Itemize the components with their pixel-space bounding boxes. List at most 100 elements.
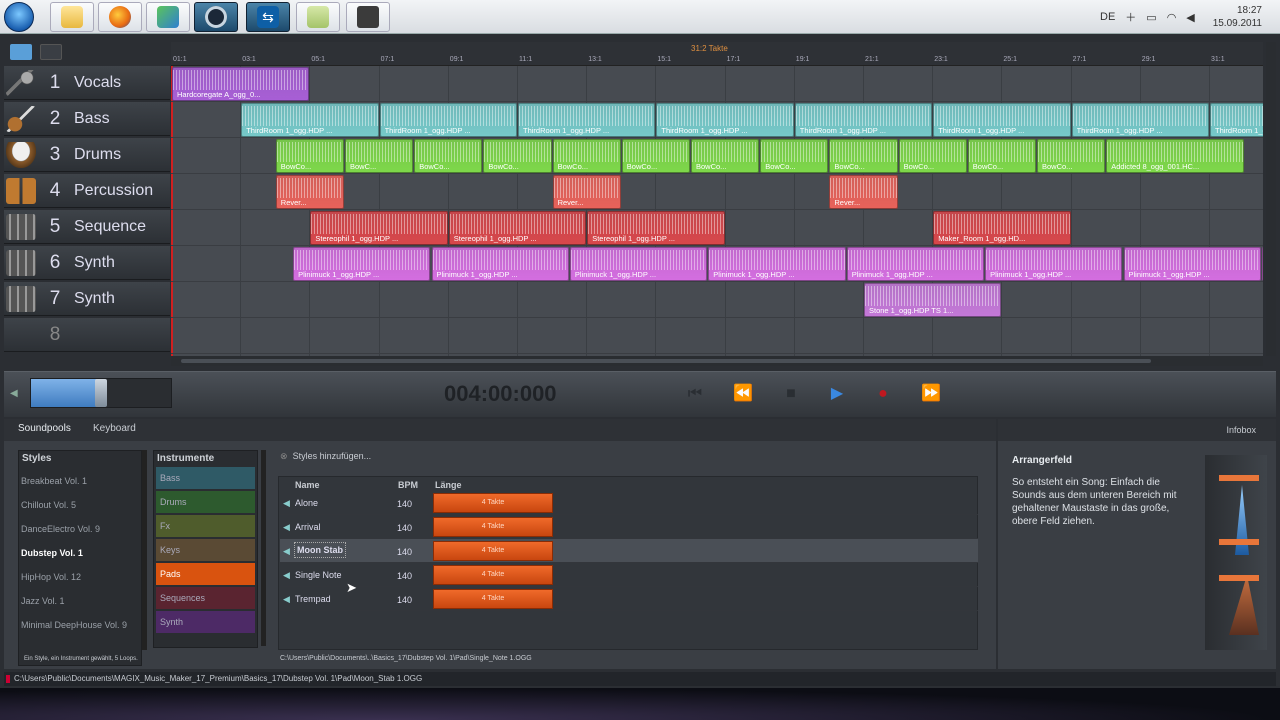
track-lane-8[interactable]	[171, 318, 1263, 354]
notepad-taskbar-button[interactable]	[296, 2, 340, 32]
audio-clip[interactable]: BowCo...	[829, 139, 898, 173]
audio-clip[interactable]: BowCo...	[760, 139, 829, 173]
audio-clip[interactable]: ThirdRoom 1_ogg.HDP ...	[241, 103, 379, 137]
steam-taskbar-button[interactable]	[194, 2, 238, 32]
audio-clip[interactable]: Plinimuck 1_ogg.HDP ...	[431, 247, 569, 281]
instrument-item[interactable]: Pads	[156, 563, 255, 585]
track-header-3[interactable]: 3 Drums	[4, 138, 170, 172]
add-styles-link[interactable]: ⊗ Styles hinzufügen...	[280, 451, 371, 462]
start-orb-button[interactable]	[4, 2, 34, 32]
vertical-scrollbar[interactable]	[1266, 42, 1276, 356]
audio-clip[interactable]: Addicted 8_ogg_001.HC...	[1106, 139, 1244, 173]
instrument-item[interactable]: Synth	[156, 611, 255, 633]
audio-clip[interactable]: Stereophil 1_ogg.HDP ...	[448, 211, 587, 245]
loop-row[interactable]: ◀ Moon Stab 140 4 Takte	[280, 539, 978, 563]
volume-icon[interactable]: ◀	[1186, 11, 1194, 24]
timeline-ruler[interactable]: 31:2 Takte 01:1 03:1 05:1 07:1 09:1 11:1 13:1 1…	[171, 42, 1263, 66]
preview-speaker-icon[interactable]: ◀	[283, 546, 291, 556]
track-header-6[interactable]: 6 Synth	[4, 246, 170, 280]
audio-clip[interactable]: ThirdRoom 1_ogg.HDP ...	[518, 103, 656, 137]
language-indicator[interactable]: DE	[1100, 11, 1115, 23]
audio-clip[interactable]: Plinimuck 1_ogg.HDP ...	[569, 247, 708, 281]
users-taskbar-button[interactable]	[146, 2, 190, 32]
audio-clip[interactable]: BowCo...	[898, 139, 967, 173]
firefox-taskbar-button[interactable]	[98, 2, 142, 32]
audio-clip[interactable]: BowCo...	[691, 139, 760, 173]
skip-back-icon[interactable]: ⏮	[680, 383, 710, 405]
arranger-view-button[interactable]	[10, 44, 32, 60]
audio-clip[interactable]: ThirdRoom 1_ogg.HDP ...	[656, 103, 794, 137]
network-icon[interactable]: ◠	[1167, 11, 1177, 24]
instrument-item[interactable]: Drums	[156, 491, 255, 513]
explorer-taskbar-button[interactable]	[50, 2, 94, 32]
audio-clip[interactable]: ThirdRoom 1_ogg.HDP ...	[1210, 103, 1263, 137]
audio-clip[interactable]: ThirdRoom 1_ogg.HDP ...	[1071, 103, 1209, 137]
style-item[interactable]: Chillout Vol. 5	[19, 493, 141, 517]
instrument-item[interactable]: Bass	[156, 467, 255, 489]
battery-icon[interactable]: ▭	[1146, 11, 1156, 24]
clock[interactable]: 18:27 15.09.2011	[1213, 4, 1262, 30]
scrollbar-thumb[interactable]	[181, 359, 1151, 363]
audio-clip[interactable]: Plinimuck 1_ogg.HDP ...	[708, 247, 846, 281]
audio-clip[interactable]: Stereophil 1_ogg.HDP ...	[310, 211, 448, 245]
audio-clip[interactable]: Plinimuck 1_ogg.HDP ...	[293, 247, 431, 281]
instruments-scrollbar[interactable]	[261, 450, 266, 646]
plus-icon[interactable]: ＋	[1125, 9, 1136, 25]
audio-clip[interactable]: ThirdRoom 1_ogg.HDP ...	[379, 103, 517, 137]
instrument-item[interactable]: Fx	[156, 515, 255, 537]
audio-clip[interactable]: BowCo...	[552, 139, 621, 173]
instrument-item[interactable]: Keys	[156, 539, 255, 561]
audio-clip[interactable]: Rever...	[829, 175, 898, 209]
master-volume-slider[interactable]	[30, 378, 172, 408]
col-bpm[interactable]: BPM	[398, 480, 418, 490]
track-lane-7[interactable]: Stone 1_ogg.HDP TS 1...	[171, 282, 1263, 318]
audio-clip[interactable]: Plinimuck 1_ogg.HDP ...	[1261, 247, 1263, 281]
track-lane-5[interactable]: Stereophil 1_ogg.HDP ... Stereophil 1_ogg…	[171, 210, 1263, 246]
preview-speaker-icon[interactable]: ◀	[283, 594, 291, 604]
audio-clip[interactable]: BowCo...	[621, 139, 690, 173]
media-taskbar-button[interactable]	[346, 2, 390, 32]
track-lane-4[interactable]: Rever... Rever... Rever...	[171, 174, 1263, 210]
grid-view-button[interactable]	[40, 44, 62, 60]
style-item[interactable]: Minimal DeepHouse Vol. 9	[19, 613, 141, 637]
audio-clip[interactable]: Stone 1_ogg.HDP TS 1...	[864, 283, 1002, 317]
audio-clip[interactable]: BowCo...	[414, 139, 483, 173]
audio-clip[interactable]: Rever...	[275, 175, 344, 209]
col-length[interactable]: Länge	[435, 480, 462, 490]
track-lane-6[interactable]: Plinimuck 1_ogg.HDP ... Plinimuck 1_ogg.H…	[171, 246, 1263, 282]
loop-row[interactable]: ◀ Single Note 140 4 Takte	[280, 563, 978, 587]
track-lane-3[interactable]: BowCo... BowC... BowCo... BowCo... BowCo... B…	[171, 138, 1263, 174]
tab-soundpools[interactable]: Soundpools	[18, 423, 71, 434]
rewind-icon[interactable]: ⏪	[728, 383, 758, 405]
track-header-8[interactable]: 8	[4, 318, 170, 352]
style-item[interactable]: DanceElectro Vol. 9	[19, 517, 141, 541]
instrument-item[interactable]: Sequences	[156, 587, 255, 609]
style-item[interactable]: Dubstep Vol. 1	[19, 541, 141, 565]
track-lane-1[interactable]: Hardcoregate A_ogg_0...	[171, 66, 1263, 102]
audio-clip[interactable]: Maker_Room 1_ogg.HD...	[933, 211, 1071, 245]
play-icon[interactable]: ▶	[822, 383, 852, 405]
style-item[interactable]: Jazz Vol. 1	[19, 589, 141, 613]
master-volume-handle[interactable]	[95, 379, 107, 407]
audio-clip[interactable]: Plinimuck 1_ogg.HDP ...	[1123, 247, 1261, 281]
audio-clip[interactable]: BowCo...	[1037, 139, 1106, 173]
tab-keyboard[interactable]: Keyboard	[93, 423, 136, 434]
teamviewer-taskbar-button[interactable]: ⇆	[246, 2, 290, 32]
col-name[interactable]: Name	[295, 480, 320, 490]
fast-forward-icon[interactable]: ⏩	[916, 383, 946, 405]
stop-icon[interactable]: ■	[776, 383, 806, 405]
audio-clip[interactable]: ThirdRoom 1_ogg.HDP ...	[933, 103, 1071, 137]
audio-clip[interactable]: BowCo...	[483, 139, 552, 173]
horizontal-scrollbar[interactable]	[171, 356, 1263, 366]
loop-row[interactable]: ◀ Alone 140 4 Takte	[280, 491, 978, 515]
loop-row[interactable]: ◀ Trempad 140 4 Takte	[280, 587, 978, 611]
audio-clip[interactable]: Stereophil 1_ogg.HDP ...	[587, 211, 725, 245]
audio-clip[interactable]: BowCo...	[967, 139, 1036, 173]
track-header-2[interactable]: 2 Bass	[4, 102, 170, 136]
track-header-5[interactable]: 5 Sequence	[4, 210, 170, 244]
preview-speaker-icon[interactable]: ◀	[283, 570, 291, 580]
audio-clip[interactable]: Hardcoregate A_ogg_0...	[172, 67, 310, 101]
audio-clip[interactable]: ThirdRoom 1_ogg.HDP ...	[794, 103, 933, 137]
audio-clip[interactable]: Plinimuck 1_ogg.HDP ...	[985, 247, 1123, 281]
loop-row[interactable]: ◀ Arrival 140 4 Takte	[280, 515, 978, 539]
